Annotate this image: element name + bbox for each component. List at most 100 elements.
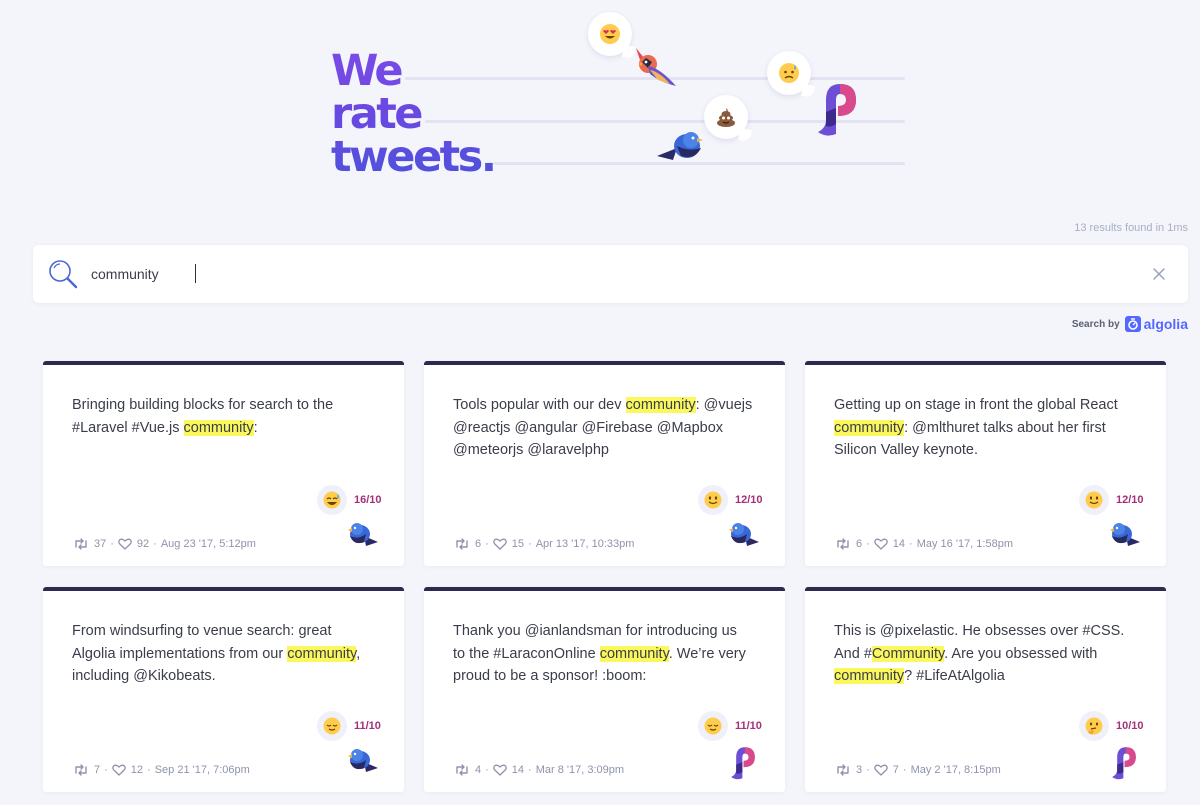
close-icon[interactable] [1152,267,1166,281]
separator: · [147,764,151,776]
anxious-face-icon [779,63,799,83]
search-highlight: community [834,668,905,684]
tweet-text-segment: ? #LifeAtAlgolia [904,668,1005,684]
bird-icon [1110,523,1140,546]
separator: · [110,538,114,550]
heart-icon[interactable] [873,538,888,550]
tweet-meta: 3 · 7 · May 2 '17, 8:15pm [835,764,1001,776]
tweet-card[interactable]: From windsurfing to venue search: great … [43,587,404,792]
author-avatar[interactable] [348,746,382,779]
tweet-meta: 4 · 14 · Mar 8 '17, 3:09pm [454,764,624,776]
anxious-emoji-bubble [767,51,811,95]
heart-icon[interactable] [118,538,132,550]
author-avatar[interactable] [1110,520,1144,553]
tweet-score: 16/10 [354,494,382,506]
separator: · [866,764,870,776]
separator: · [909,538,913,550]
poop-icon [717,108,735,127]
pixelastic-logo-icon [731,747,755,780]
heart-icon[interactable] [111,764,126,776]
heart-icon[interactable] [873,764,888,776]
pixelastic-logo-icon [1112,747,1136,780]
tweet-card[interactable]: Bringing building blocks for search to t… [43,361,404,566]
blue-bird-icon [657,132,703,160]
tweet-date[interactable]: Apr 13 '17, 10:33pm [536,538,635,550]
search-input[interactable] [91,263,1091,285]
search-highlight: community [599,645,669,662]
text-caret [195,264,196,283]
retweet-icon[interactable] [73,538,89,550]
separator: · [104,764,108,776]
slight-smile-face-icon [1085,491,1103,509]
tweet-text: Tools popular with our dev community: @v… [453,394,753,462]
sweat-smile-face-icon [323,491,341,509]
search-by-label: Search by [1071,318,1120,330]
author-avatar[interactable] [729,746,757,787]
tweet-date[interactable]: Aug 23 '17, 5:12pm [161,538,256,550]
separator: · [485,764,489,776]
pixelastic-logo-icon [818,84,856,136]
tweet-card[interactable]: Tools popular with our dev community: @v… [424,361,785,566]
tweet-score: 11/10 [735,720,762,732]
retweet-icon[interactable] [454,538,470,550]
author-avatar[interactable] [348,520,382,553]
search-highlight: Community [871,645,945,662]
retweet-icon[interactable] [73,764,89,776]
bird-icon [348,523,378,546]
tweet-text-segment: . Are you obsessed with [944,645,1098,662]
rating-emoji [698,711,728,741]
tweet-score: 12/10 [1116,494,1144,506]
tweet-date[interactable]: Mar 8 '17, 3:09pm [536,764,624,776]
tweet-text: From windsurfing to venue search: great … [72,620,372,688]
heart-icon[interactable] [492,764,507,776]
tweet-text: Getting up on stage in front the global … [834,394,1134,462]
search-highlight: community [625,397,696,413]
retweet-icon[interactable] [835,764,851,776]
tweet-card[interactable]: Getting up on stage in front the global … [805,361,1166,566]
separator: · [528,764,532,776]
tweet-score: 11/10 [354,720,381,732]
cardinal-bird-icon [636,48,676,86]
tweet-meta: 7 · 12 · Sep 21 '17, 7:06pm [73,764,250,776]
rating-emoji [1079,711,1109,741]
separator: · [528,538,532,550]
tweet-date[interactable]: May 16 '17, 1:58pm [917,538,1013,550]
search-box[interactable] [33,245,1188,303]
tweet-meta: 6 · 15 · Apr 13 '17, 10:33pm [454,538,634,550]
like-count: 14 [892,538,906,550]
retweet-icon[interactable] [454,764,470,776]
rating-emoji [1079,485,1109,515]
tweet-card[interactable]: Thank you @ianlandsman for introducing u… [424,587,785,792]
separator: · [485,538,489,550]
like-count: 7 [892,764,899,776]
tweet-date[interactable]: May 2 '17, 8:15pm [911,764,1001,776]
retweet-count: 6 [475,538,482,550]
algolia-logo: algolia [1124,316,1188,332]
results-count: 13 results found in 1ms [1074,222,1188,234]
tweet-score: 12/10 [735,494,763,506]
search-icon [49,260,78,289]
heart-eyes-emoji-bubble [588,12,632,56]
like-count: 14 [511,764,525,776]
search-by-algolia-link[interactable]: Search by algolia [1072,316,1188,332]
author-avatar[interactable] [1110,746,1138,787]
slight-smile-face-icon [704,491,722,509]
tweet-text-segment: : [253,419,258,436]
separator: · [866,538,870,550]
retweet-count: 7 [94,764,101,776]
poop-emoji-bubble [704,95,748,139]
hero-title-line: rate [331,89,421,139]
hero-title-line: We [331,46,402,96]
tweet-date[interactable]: Sep 21 '17, 7:06pm [155,764,250,776]
algolia-mark-icon [1124,316,1141,332]
relieved-face-icon [323,717,341,735]
separator: · [153,538,157,550]
tweet-text: This is @pixelastic. He obsesses over #C… [834,620,1134,688]
heart-icon[interactable] [492,538,507,550]
hero-title: We rate tweets. [331,50,495,179]
retweet-icon[interactable] [835,538,851,550]
tweet-text: Bringing building blocks for search to t… [72,394,372,439]
tweet-card[interactable]: This is @pixelastic. He obsesses over #C… [805,587,1166,792]
author-avatar[interactable] [729,520,763,553]
tweet-text-segment: Getting up on stage in front the global … [834,397,1118,413]
